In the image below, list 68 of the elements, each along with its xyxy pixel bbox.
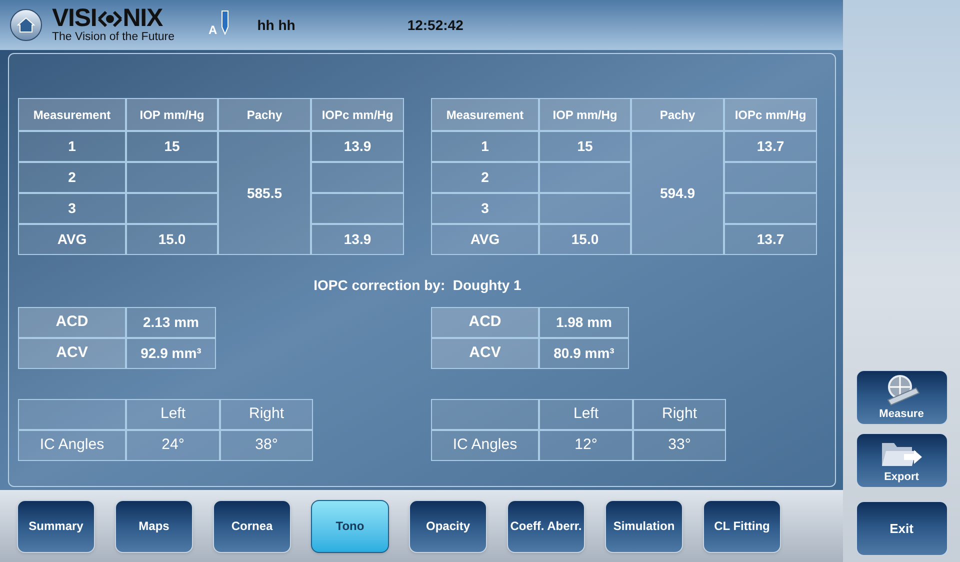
home-button[interactable]	[10, 9, 42, 41]
logo-text: VISI	[52, 6, 97, 32]
table-cell: 2	[18, 162, 126, 193]
table-cell: AVG	[431, 224, 539, 255]
column-header: IOPc mm/Hg	[724, 98, 817, 131]
row-header: IC Angles	[18, 430, 126, 461]
table-cell: 1	[431, 131, 539, 162]
tab[interactable]: Cornea	[213, 500, 291, 552]
row-header: ACV	[431, 338, 539, 369]
tab[interactable]: Coeff. Aberr.	[507, 500, 585, 552]
exit-button[interactable]: Exit	[856, 501, 948, 556]
table-cell: 24°	[126, 430, 220, 461]
table-cell: 13.7	[724, 131, 817, 162]
column-header: Pachy	[218, 98, 311, 131]
table-cell: 1	[18, 131, 126, 162]
table-cell: 15.0	[539, 224, 631, 255]
logo-tagline: The Vision of the Future	[52, 32, 175, 44]
table-cell: 12°	[539, 430, 633, 461]
column-header: Measurement	[18, 98, 126, 131]
button-label: Export	[884, 470, 919, 484]
side-button[interactable]: Export	[856, 433, 948, 488]
logo-text: NIX	[122, 6, 163, 32]
tab[interactable]: Maps	[115, 500, 193, 552]
column-header: Right	[633, 399, 726, 430]
table-cell: 2.13 mm	[126, 307, 216, 338]
table-cell: 13.7	[724, 224, 817, 255]
tab[interactable]: Tono	[311, 500, 389, 552]
tab[interactable]: Summary	[17, 500, 95, 552]
row-header: ACV	[18, 338, 126, 369]
table-cell: 2	[431, 162, 539, 193]
table-cell: AVG	[18, 224, 126, 255]
table-cell: 13.9	[311, 224, 404, 255]
table-cell: 33°	[633, 430, 726, 461]
table-cell: 92.9 mm³	[126, 338, 216, 369]
column-header: IOPc mm/Hg	[311, 98, 404, 131]
column-header: Measurement	[431, 98, 539, 131]
table-cell: 1.98 mm	[539, 307, 629, 338]
column-header: Left	[539, 399, 633, 430]
table-cell: 594.9	[631, 131, 724, 255]
column-header: Pachy	[631, 98, 724, 131]
table-cell: 13.9	[311, 131, 404, 162]
clock-time: 12:52:42	[407, 16, 464, 34]
pen-icon	[219, 9, 232, 35]
tab[interactable]: CL Fitting	[703, 500, 781, 552]
column-header: Right	[220, 399, 313, 430]
column-header: Left	[126, 399, 220, 430]
row-header: IC Angles	[431, 430, 539, 461]
table-cell: 38°	[220, 430, 313, 461]
column-header: IOP mm/Hg	[539, 98, 631, 131]
button-label: Measure	[879, 406, 924, 422]
correction-label: IOPC correction by: Doughty 1	[314, 276, 522, 295]
table-cell: 585.5	[218, 131, 311, 255]
table-cell: 3	[18, 193, 126, 224]
table-cell: 15	[539, 131, 631, 162]
column-header: IOP mm/Hg	[126, 98, 218, 131]
tab[interactable]: Opacity	[409, 500, 487, 552]
operator-label: A	[208, 22, 218, 39]
table-cell: 3	[431, 193, 539, 224]
row-header: ACD	[431, 307, 539, 338]
home-icon	[17, 17, 35, 33]
side-button[interactable]: Measure	[856, 370, 948, 425]
table-cell: 15	[126, 131, 218, 162]
table-cell: 15.0	[126, 224, 218, 255]
eye-logo-icon	[96, 10, 123, 28]
table-cell: 80.9 mm³	[539, 338, 629, 369]
tab[interactable]: Simulation	[605, 500, 683, 552]
patient-name: hh hh	[257, 16, 296, 34]
row-header: ACD	[18, 307, 126, 338]
